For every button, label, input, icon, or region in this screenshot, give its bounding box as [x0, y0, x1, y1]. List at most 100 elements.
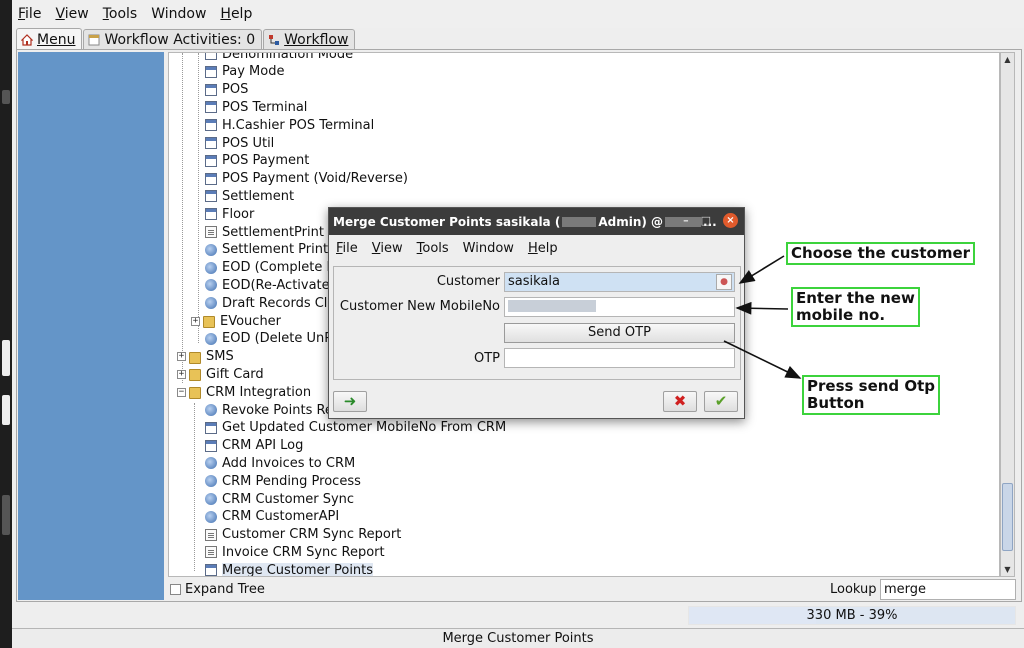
tree-item[interactable]: + SMS [177, 348, 234, 366]
process-icon [205, 510, 217, 523]
tab-workflow[interactable]: Workflow [263, 29, 356, 50]
desktop-edge [0, 0, 12, 648]
scroll-down-arrow[interactable]: ▼ [1001, 563, 1014, 576]
tree-item[interactable]: EOD(Re-Activate [205, 276, 330, 294]
tree-item[interactable]: Draft Records Cle [205, 294, 335, 312]
annotation-choose-text: Choose the customer [791, 244, 971, 262]
dialog-menu-tools[interactable]: Tools [417, 241, 449, 256]
tree-item-label: EOD(Re-Activate [222, 277, 330, 293]
tree-item[interactable]: Revoke Points Re [205, 401, 333, 419]
tree-item[interactable]: POS Payment [205, 152, 309, 170]
menu-file[interactable]: File [18, 6, 41, 22]
expand-toggle-icon[interactable]: + [191, 316, 200, 326]
tree-item-label: Gift Card [206, 366, 264, 382]
new-mobile-field[interactable] [504, 297, 735, 317]
dialog-menu-file[interactable]: File [336, 241, 358, 256]
tree-item[interactable]: POS Payment (Void/Reverse) [205, 170, 408, 188]
refresh-button[interactable]: ➜ [333, 391, 367, 412]
window-icon [205, 83, 217, 96]
window-icon [205, 190, 217, 203]
otp-field[interactable] [504, 348, 735, 368]
tree-item[interactable]: SettlementPrint [205, 223, 324, 241]
scroll-thumb[interactable] [1002, 483, 1013, 551]
tree-scrollbar[interactable]: ▲ ▼ [1000, 52, 1015, 577]
maximize-icon[interactable]: □ [701, 214, 711, 227]
expand-toggle-icon[interactable]: − [177, 387, 186, 397]
tree-item[interactable]: + Gift Card [177, 365, 264, 383]
tree-item[interactable]: Denomination Mode [205, 53, 353, 63]
tree-item[interactable]: CRM Customer Sync [205, 490, 354, 508]
tree-item[interactable]: POS [205, 81, 248, 99]
dialog-form: Customer sasikala ● Customer New MobileN… [333, 266, 741, 380]
minimize-icon[interactable]: – [683, 214, 689, 227]
ok-button[interactable]: ✔ [704, 391, 738, 412]
tree-item-label: CRM Customer Sync [222, 491, 355, 507]
tab-menu[interactable]: Menu [16, 28, 83, 50]
customer-label: Customer [436, 274, 500, 289]
tree-item[interactable]: CRM API Log [205, 437, 303, 455]
tab-strip: Menu Workflow Activities: 0 Workflow [16, 28, 356, 50]
expand-tree-checkbox[interactable] [170, 584, 181, 595]
tree-item[interactable]: Get Updated Customer MobileNo From CRM [205, 419, 506, 437]
tree-item-label: Add Invoices to CRM [222, 455, 356, 471]
tree-item-label: CRM CustomerAPI [222, 509, 340, 525]
memory-fill [689, 607, 817, 624]
tree-item-label: Draft Records Cle [222, 295, 336, 311]
cancel-icon: ✖ [673, 392, 687, 410]
report-icon [205, 528, 217, 541]
menu-help[interactable]: Help [220, 6, 252, 22]
annotation-enter-line2: mobile no. [796, 306, 886, 324]
window-icon [205, 119, 217, 132]
tree-item[interactable]: Invoice CRM Sync Report [205, 543, 385, 561]
close-icon[interactable]: × [723, 213, 738, 228]
tree-item[interactable]: − CRM Integration [177, 383, 311, 401]
tree-item[interactable]: H.Cashier POS Terminal [205, 116, 374, 134]
tree-item[interactable]: POS Terminal [205, 98, 307, 116]
cancel-button[interactable]: ✖ [663, 391, 697, 412]
send-otp-button[interactable]: Send OTP [504, 323, 735, 343]
tree-item-label: H.Cashier POS Terminal [222, 117, 375, 133]
customer-lookup-icon[interactable]: ● [716, 274, 732, 290]
tree-item[interactable]: Pay Mode [205, 63, 284, 81]
menu-tools[interactable]: Tools [103, 6, 138, 22]
menu-view[interactable]: View [55, 6, 88, 22]
tree-item[interactable]: CRM Pending Process [205, 472, 361, 490]
expand-tree-toggle[interactable]: Expand Tree [170, 582, 265, 597]
dialog-menu-help[interactable]: Help [528, 241, 558, 256]
process-icon [205, 279, 217, 292]
tree-item[interactable]: Settlement [205, 187, 294, 205]
redacted-mobile [508, 299, 596, 312]
annotation-press-line2: Button [807, 394, 865, 412]
tree-item[interactable]: + EVoucher [191, 312, 281, 330]
tree-guide-line [182, 53, 183, 383]
tree-item[interactable]: CRM CustomerAPI [205, 508, 339, 526]
tree-item[interactable]: EOD (Complete P [205, 259, 334, 277]
dialog-title-prefix: Merge Customer Points sasikala ( [333, 214, 561, 229]
expand-toggle-icon[interactable]: + [177, 352, 186, 362]
folder-icon [203, 316, 215, 328]
tree-item[interactable]: Merge Customer Points [205, 561, 374, 576]
customer-field[interactable]: sasikala ● [504, 272, 735, 292]
annotation-choose-customer: Choose the customer [786, 242, 976, 265]
tree-item[interactable]: Add Invoices to CRM [205, 454, 355, 472]
annotation-enter-line1: Enter the new [796, 289, 915, 307]
lookup-input[interactable]: merge [880, 579, 1016, 600]
tree-item-label: Get Updated Customer MobileNo From CRM [222, 420, 507, 436]
tree-item[interactable]: POS Util [205, 134, 274, 152]
menu-window[interactable]: Window [151, 6, 206, 22]
tree-guide-line [198, 53, 199, 343]
tree-item[interactable]: Customer CRM Sync Report [205, 526, 401, 544]
lookup-label: Lookup [830, 582, 877, 597]
tab-workflow-activities[interactable]: Workflow Activities: 0 [83, 29, 263, 50]
tree-item[interactable]: Floor [205, 205, 254, 223]
dialog-titlebar[interactable]: Merge Customer Points sasikala ( Admin) … [329, 208, 744, 235]
annotation-enter-mobile: Enter the new mobile no. [791, 287, 920, 327]
window-icon [205, 421, 217, 434]
expand-toggle-icon[interactable]: + [177, 369, 186, 379]
tree-item[interactable]: Settlement Print [205, 241, 328, 259]
memory-indicator[interactable]: 330 MB - 39% [688, 606, 1016, 625]
dialog-menu-view[interactable]: View [372, 241, 403, 256]
scroll-up-arrow[interactable]: ▲ [1001, 53, 1014, 66]
tree-item[interactable]: EOD (Delete UnP [205, 330, 332, 348]
dialog-menu-window[interactable]: Window [463, 241, 514, 256]
